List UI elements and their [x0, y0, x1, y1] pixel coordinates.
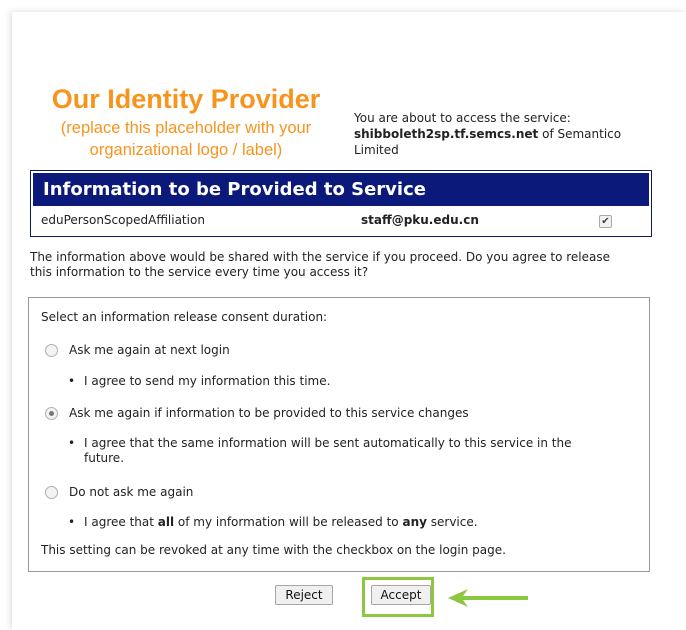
- question-line1: The information above would be shared wi…: [30, 250, 611, 264]
- option-label-do-not-ask[interactable]: Do not ask me again: [69, 485, 193, 500]
- logo-subtitle-line2: organizational logo / label): [89, 141, 283, 159]
- info-table: Information to be Provided to Service ed…: [30, 170, 652, 237]
- reject-button[interactable]: Reject: [275, 585, 333, 605]
- consent-footer: This setting can be revoked at any time …: [41, 543, 506, 557]
- idp-logo: Our Identity Provider (replace this plac…: [36, 84, 336, 161]
- service-org-line2: Limited: [354, 143, 399, 157]
- bullet-text-2-line2: future.: [84, 451, 125, 465]
- radio-do-not-ask[interactable]: [45, 486, 58, 499]
- arrow-left-icon: [448, 589, 528, 607]
- accept-button[interactable]: Accept: [371, 585, 431, 605]
- service-info: You are about to access the service: shi…: [354, 110, 654, 158]
- bullet-text-2-line1: I agree that the same information will b…: [84, 436, 572, 450]
- service-host-line: shibboleth2sp.tf.semcs.net of Semantico: [354, 126, 654, 142]
- table-row: eduPersonScopedAffiliation staff@pku.edu…: [31, 208, 651, 236]
- consent-question: The information above would be shared wi…: [30, 250, 670, 280]
- radio-ask-on-change[interactable]: [45, 407, 58, 420]
- radio-ask-next-login[interactable]: [45, 344, 58, 357]
- attribute-value: staff@pku.edu.cn: [361, 213, 479, 227]
- service-host: shibboleth2sp.tf.semcs.net: [354, 127, 539, 141]
- service-org: of Semantico: [538, 127, 622, 141]
- info-table-header: Information to be Provided to Service: [30, 170, 652, 209]
- logo-subtitle-line1: (replace this placeholder with your: [60, 119, 312, 137]
- check-icon: ✔: [599, 215, 612, 228]
- bullet-text-3: I agree that all of my information will …: [84, 515, 478, 529]
- consent-duration-box: Select an information release consent du…: [28, 297, 650, 572]
- service-intro: You are about to access the service:: [354, 111, 571, 125]
- bullet-text-1: I agree to send my information this time…: [84, 374, 331, 388]
- attribute-name: eduPersonScopedAffiliation: [41, 213, 205, 227]
- question-line2: this information to the service every ti…: [30, 265, 369, 279]
- logo-title: Our Identity Provider: [51, 84, 321, 114]
- option-bullet-2: • I agree that the same information will…: [68, 436, 572, 465]
- consent-prompt: Select an information release consent du…: [41, 310, 328, 324]
- option-label-ask-on-change[interactable]: Ask me again if information to be provid…: [69, 406, 469, 421]
- option-label-ask-next-login[interactable]: Ask me again at next login: [69, 343, 230, 358]
